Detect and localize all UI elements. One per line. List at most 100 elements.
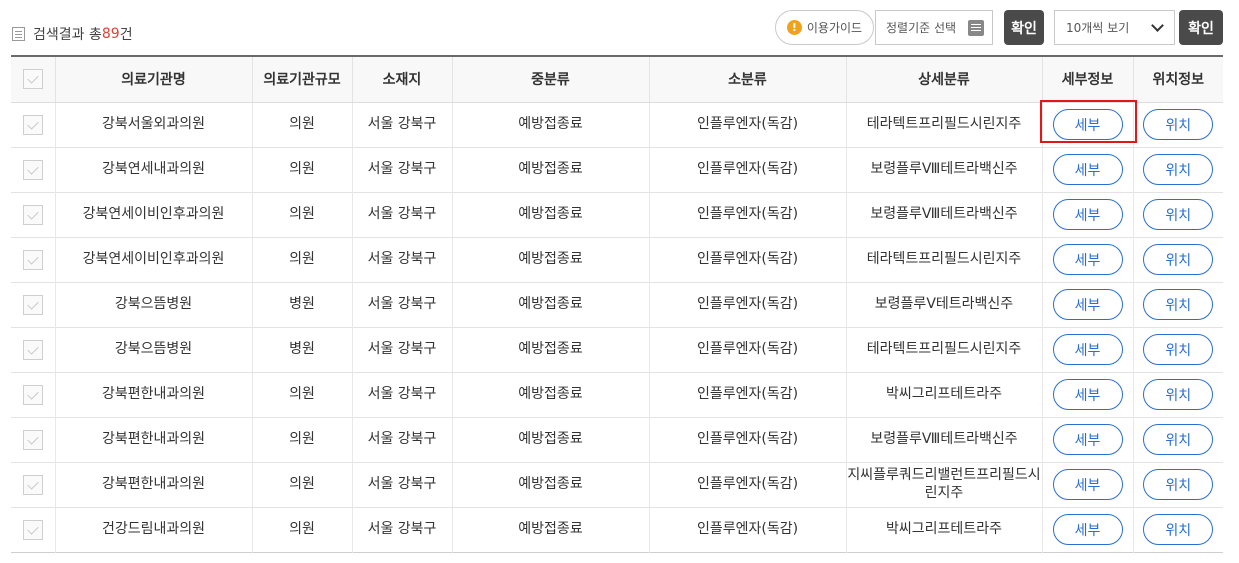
table-body: 강북서울외과의원 의원 서울 강북구 예방접종료 인플루엔자(독감) 테라텍트프리필드시린…: [11, 102, 1223, 552]
table-row: 강북연세내과의원 의원 서울 강북구 예방접종료 인플루엔자(독감) 보령플루Ⅷ테트라백신…: [11, 147, 1223, 192]
detail-category-cell: 보령플루Ⅷ테트라백신주: [845, 192, 1042, 237]
detail-button[interactable]: 세부: [1052, 424, 1123, 455]
detail-button-cell: 세부: [1041, 372, 1133, 417]
institution-name-cell: 강북편한내과의원: [54, 372, 252, 417]
institution-scale-cell: 병원: [251, 282, 352, 327]
table-row: 강북연세이비인후과의원 의원 서울 강북구 예방접종료 인플루엔자(독감) 보령플루Ⅷ테트…: [11, 192, 1223, 237]
row-checkbox-cell: [11, 102, 55, 147]
location-cell: 서울 강북구: [351, 237, 452, 282]
table-row: 건강드림내과의원 의원 서울 강북구 예방접종료 인플루엔자(독감) 박씨그리프테트라주 세…: [11, 507, 1223, 552]
institution-name-cell: 강북으뜸병원: [54, 327, 252, 372]
location-cell: 서울 강북구: [351, 372, 452, 417]
detail-button[interactable]: 세부: [1052, 379, 1123, 410]
detail-button[interactable]: 세부: [1052, 199, 1123, 230]
row-checkbox[interactable]: [22, 384, 43, 405]
institution-name-cell: 강북연세이비인후과의원: [54, 237, 252, 282]
detail-button[interactable]: 세부: [1052, 244, 1123, 275]
row-checkbox[interactable]: [22, 204, 43, 225]
detail-button-cell: 세부: [1041, 282, 1133, 327]
institution-name-cell: 강북연세이비인후과의원: [54, 192, 252, 237]
detail-category-cell: 테라텍트프리필드시린지주: [845, 102, 1042, 147]
location-cell: 서울 강북구: [351, 102, 452, 147]
sub-category-cell: 인플루엔자(독감): [648, 237, 846, 282]
table-row: 강북편한내과의원 의원 서울 강북구 예방접종료 인플루엔자(독감) 보령플루Ⅷ테트라백신…: [11, 417, 1223, 462]
table-row: 강북으뜸병원 병원 서울 강북구 예방접종료 인플루엔자(독감) 테라텍트프리필드시린지주…: [11, 327, 1223, 372]
mid-category-cell: 예방접종료: [451, 102, 649, 147]
detail-category-cell: 박씨그리프테트라주: [845, 372, 1042, 417]
location-button[interactable]: 위치: [1143, 244, 1214, 275]
header-detail-category: 상세분류: [845, 56, 1042, 103]
detail-button[interactable]: 세부: [1052, 289, 1123, 320]
institution-name-cell: 건강드림내과의원: [54, 507, 252, 552]
detail-category-cell: 보령플루Ⅷ테트라백신주: [845, 147, 1042, 192]
location-button-cell: 위치: [1132, 237, 1223, 282]
location-button[interactable]: 위치: [1143, 379, 1214, 410]
location-cell: 서울 강북구: [351, 282, 452, 327]
mid-category-cell: 예방접종료: [451, 327, 649, 372]
row-checkbox[interactable]: [22, 294, 43, 315]
sub-category-cell: 인플루엔자(독감): [648, 147, 846, 192]
usage-guide-button[interactable]: ! 이용가이드: [775, 10, 874, 45]
per-page-confirm-button[interactable]: 확인: [1179, 10, 1223, 45]
header-sub-category: 소분류: [648, 56, 846, 103]
sort-select[interactable]: 정렬기준 선택: [875, 10, 993, 45]
header-location: 소재지: [351, 56, 452, 103]
sub-category-cell: 인플루엔자(독감): [648, 327, 846, 372]
institution-name-cell: 강북편한내과의원: [54, 417, 252, 462]
institution-scale-cell: 의원: [251, 462, 352, 507]
location-button-cell: 위치: [1132, 282, 1223, 327]
location-button[interactable]: 위치: [1143, 199, 1214, 230]
result-count-number: 89: [101, 26, 120, 42]
location-cell: 서울 강북구: [351, 147, 452, 192]
per-page-select[interactable]: 10개씩 보기: [1054, 10, 1175, 45]
location-button-cell: 위치: [1132, 417, 1223, 462]
location-cell: 서울 강북구: [351, 327, 452, 372]
detail-button[interactable]: 세부: [1052, 469, 1123, 500]
mid-category-cell: 예방접종료: [451, 282, 649, 327]
row-checkbox[interactable]: [22, 114, 43, 135]
row-checkbox[interactable]: [22, 429, 43, 450]
detail-button[interactable]: 세부: [1052, 109, 1123, 140]
detail-button[interactable]: 세부: [1052, 334, 1123, 365]
header-institution-scale: 의료기관규모: [251, 56, 352, 103]
row-checkbox[interactable]: [22, 339, 43, 360]
location-button[interactable]: 위치: [1143, 469, 1214, 500]
sub-category-cell: 인플루엔자(독감): [648, 507, 846, 552]
sort-select-label: 정렬기준 선택: [886, 21, 957, 35]
row-checkbox[interactable]: [22, 249, 43, 270]
row-checkbox[interactable]: [22, 159, 43, 180]
location-button[interactable]: 위치: [1143, 289, 1214, 320]
location-button[interactable]: 위치: [1143, 154, 1214, 185]
sub-category-cell: 인플루엔자(독감): [648, 192, 846, 237]
detail-button-cell: 세부: [1041, 237, 1133, 282]
detail-button[interactable]: 세부: [1052, 514, 1123, 545]
row-checkbox-cell: [11, 462, 55, 507]
row-checkbox-cell: [11, 147, 55, 192]
location-button[interactable]: 위치: [1143, 109, 1214, 140]
row-checkbox[interactable]: [22, 519, 43, 540]
institution-scale-cell: 의원: [251, 237, 352, 282]
detail-button-cell: 세부: [1041, 507, 1133, 552]
institution-name-cell: 강북연세내과의원: [54, 147, 252, 192]
select-all-checkbox[interactable]: [22, 69, 43, 90]
location-cell: 서울 강북구: [351, 417, 452, 462]
sub-category-cell: 인플루엔자(독감): [648, 372, 846, 417]
list-icon: [12, 27, 25, 41]
location-button[interactable]: 위치: [1143, 334, 1214, 365]
list-sort-icon: [968, 20, 984, 36]
table-row: 강북편한내과의원 의원 서울 강북구 예방접종료 인플루엔자(독감) 지씨플루쿼드리밸런트…: [11, 462, 1223, 507]
detail-button[interactable]: 세부: [1052, 154, 1123, 185]
row-checkbox-cell: [11, 282, 55, 327]
location-button[interactable]: 위치: [1143, 424, 1214, 455]
row-checkbox-cell: [11, 507, 55, 552]
location-button-cell: 위치: [1132, 507, 1223, 552]
sort-confirm-button[interactable]: 확인: [1004, 10, 1044, 45]
detail-button-cell: 세부: [1041, 102, 1133, 147]
location-button-cell: 위치: [1132, 462, 1223, 507]
detail-category-cell: 테라텍트프리필드시린지주: [845, 327, 1042, 372]
row-checkbox[interactable]: [22, 474, 43, 495]
location-button-cell: 위치: [1132, 102, 1223, 147]
header-institution-name: 의료기관명: [54, 56, 252, 103]
chevron-down-icon: [1151, 19, 1164, 32]
location-button[interactable]: 위치: [1143, 514, 1214, 545]
